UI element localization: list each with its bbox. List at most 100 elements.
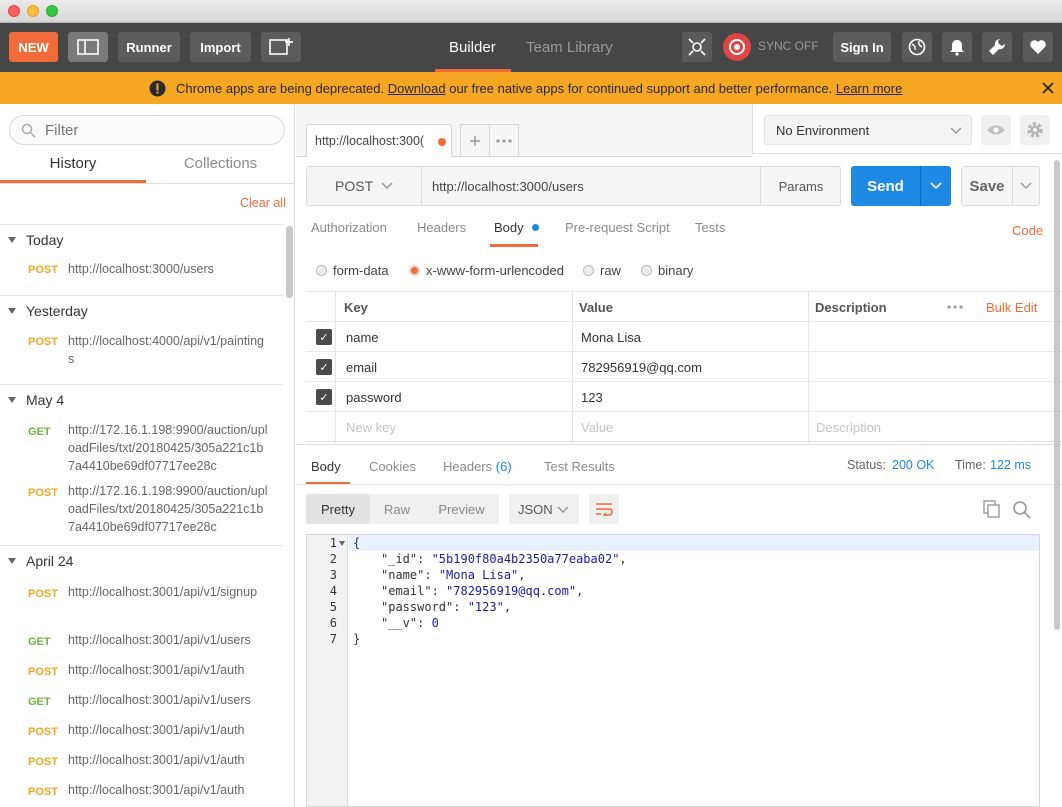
code-link[interactable]: Code [1012,223,1043,253]
quick-look-button[interactable] [981,115,1011,145]
json-brace: { [353,536,361,550]
save-options-button[interactable] [1012,167,1039,205]
params-button[interactable]: Params [760,167,841,205]
new-value-input[interactable]: Value [581,412,613,442]
history-item[interactable]: POST http://172.16.1.198:9900/auction/up… [0,484,283,541]
interceptor-button[interactable] [682,32,712,62]
favorite-button[interactable] [1023,32,1053,62]
maximize-window-button[interactable] [46,5,58,17]
history-item[interactable]: POST http://localhost:3001/api/v1/auth [0,723,283,750]
send-options-button[interactable] [920,166,951,206]
close-icon[interactable] [1042,82,1054,94]
tab-options-button[interactable] [489,124,519,157]
wrap-lines-button[interactable] [589,494,619,524]
settings-button[interactable] [982,32,1012,62]
row-value[interactable]: 782956919@qq.com [581,352,702,382]
method-select[interactable]: POST [307,167,422,205]
search-icon[interactable] [1012,500,1031,519]
history-url: http://localhost:3001/api/v1/signup [68,585,258,599]
history-item[interactable]: POST http://localhost:3000/users [0,262,283,292]
history-item[interactable]: POST http://localhost:3001/api/v1/auth [0,783,283,807]
tab-prerequest-script[interactable]: Pre-request Script [565,220,670,250]
learn-more-link[interactable]: Learn more [836,81,902,96]
url-input[interactable] [432,177,752,195]
row-key[interactable]: name [346,322,379,352]
json-key: "__v" [381,616,418,630]
row-checkbox[interactable]: ✓ [316,359,332,375]
eye-icon [987,125,1005,135]
row-key[interactable]: password [346,382,402,412]
history-group-april-24[interactable]: April 24 [0,545,283,575]
request-tab[interactable]: http://localhost:300( [306,124,452,157]
history-group-yesterday[interactable]: Yesterday [0,295,283,325]
history-item[interactable]: GET http://localhost:3001/api/v1/users [0,633,283,660]
row-key[interactable]: email [346,352,377,382]
bulk-edit-link[interactable]: Bulk Edit [986,292,1037,322]
send-button[interactable]: Send [851,166,920,206]
environment-select[interactable]: No Environment [764,115,972,145]
radio-raw[interactable]: raw [583,260,621,280]
radio-urlencoded[interactable]: x-www-form-urlencoded [409,260,564,280]
sync-button[interactable] [723,33,751,61]
history-item[interactable]: GET http://172.16.1.198:9900/auction/upl… [0,423,283,480]
save-button[interactable]: Save [962,167,1012,205]
tab-collections[interactable]: Collections [146,155,294,183]
fold-caret-icon[interactable] [339,541,345,546]
new-button[interactable]: NEW [9,32,58,62]
minimize-window-button[interactable] [27,5,39,17]
response-tab-cookies[interactable]: Cookies [369,459,416,474]
sign-in-button[interactable]: Sign In [833,32,891,62]
main-scrollbar[interactable] [1054,160,1060,630]
new-description-input[interactable]: Description [816,412,881,442]
row-checkbox[interactable]: ✓ [316,329,332,345]
radio-binary[interactable]: binary [641,260,693,280]
history-group-may-4[interactable]: May 4 [0,384,283,414]
tab-builder[interactable]: Builder [449,23,496,72]
view-raw-button[interactable]: Raw [370,494,424,524]
tab-tests[interactable]: Tests [695,220,725,250]
new-key-input[interactable]: New key [346,412,396,442]
view-preview-button[interactable]: Preview [424,494,499,524]
row-checkbox[interactable]: ✓ [316,389,332,405]
tab-authorization[interactable]: Authorization [311,220,387,250]
close-window-button[interactable] [8,5,20,17]
format-select[interactable]: JSON [509,494,579,524]
tab-team-library[interactable]: Team Library [526,23,613,72]
code-line: "__v": 0 [381,616,439,630]
radio-circle-selected [409,264,420,276]
globe-button[interactable] [902,32,932,62]
toggle-sidebar-button[interactable] [68,32,108,62]
radio-form-data[interactable]: form-data [316,260,389,280]
runner-button[interactable]: Runner [118,32,180,62]
new-window-button[interactable] [261,32,301,62]
history-item[interactable]: POST http://localhost:3001/api/v1/auth [0,663,283,690]
row-value[interactable]: Mona Lisa [581,322,641,352]
history-item[interactable]: POST http://localhost:4000/api/v1/painti… [0,334,283,374]
more-horizontal-icon[interactable] [947,305,963,309]
response-body-editor[interactable]: 1 2 3 4 5 6 7 { "_id": "5b190f80a4b2350a… [306,534,1040,807]
history-item[interactable]: POST http://localhost:3001/api/v1/signup [0,585,283,626]
history-item[interactable]: POST http://localhost:3001/api/v1/auth [0,753,283,780]
json-brace: } [353,632,361,646]
response-tab-body[interactable]: Body [311,459,341,474]
import-button[interactable]: Import [190,32,251,62]
add-tab-button[interactable] [460,124,490,157]
history-item[interactable]: GET http://localhost:3001/api/v1/users [0,693,283,720]
copy-icon[interactable] [983,500,1001,518]
tab-history[interactable]: History [0,155,146,183]
row-value[interactable]: 123 [581,382,603,412]
json-value: "Mona Lisa" [438,568,519,582]
filter-input[interactable] [45,121,275,139]
filter-box[interactable] [9,115,285,145]
clear-all-link[interactable]: Clear all [240,196,286,210]
download-link[interactable]: Download [388,81,446,96]
view-pretty-button[interactable]: Pretty [306,494,370,524]
response-tab-headers[interactable]: Headers (6) [443,459,512,474]
tab-headers[interactable]: Headers [417,220,466,250]
notifications-button[interactable] [942,32,972,62]
response-tab-test-results[interactable]: Test Results [544,459,615,474]
banner-text-after: our free native apps for continued suppo… [449,81,833,96]
history-group-today[interactable]: Today [0,224,283,254]
manage-environments-button[interactable] [1020,115,1050,145]
sidebar-scrollbar[interactable] [286,226,293,298]
